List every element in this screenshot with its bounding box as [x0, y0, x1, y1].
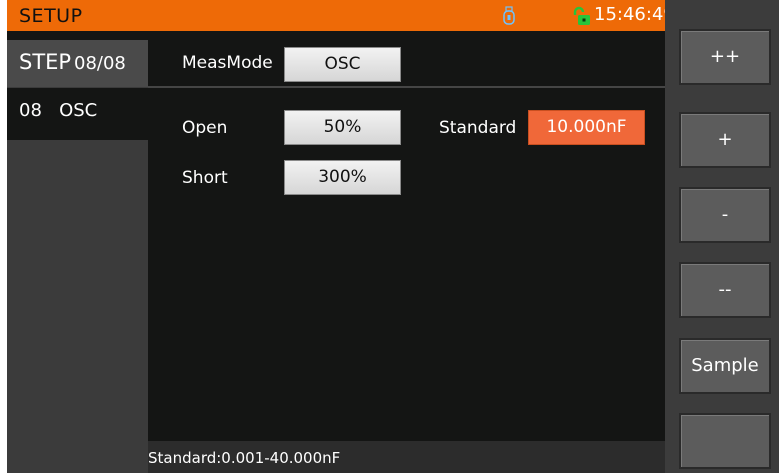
step-count: 08/08: [74, 53, 126, 74]
softkey-panel: ++ + - -- Sample: [665, 0, 779, 473]
step-sidebar: STEP 08/08 08 OSC: [7, 40, 148, 473]
increment-fast-button[interactable]: ++: [679, 29, 771, 85]
increment-button[interactable]: +: [679, 112, 771, 168]
instrument-screen: SETUP 15:46:49 STEP 08/08 08 OSC MeasMod…: [7, 0, 779, 473]
blank-softkey[interactable]: [679, 413, 771, 469]
page-title: SETUP: [19, 5, 83, 27]
range-hint: Standard:0.001-40.000nF: [148, 449, 341, 467]
step-header: STEP 08/08: [7, 40, 148, 87]
meas-mode-label: MeasMode: [182, 53, 273, 73]
step-list-item[interactable]: 08 OSC: [7, 88, 148, 140]
setup-panel: MeasMode OSC Open 50% Standard 10.000nF …: [148, 40, 665, 473]
divider: [148, 86, 665, 88]
top-bar: SETUP 15:46:49: [7, 0, 675, 40]
hint-bar: Standard:0.001-40.000nF: [148, 441, 665, 473]
short-button[interactable]: 300%: [284, 160, 401, 195]
clock: 15:46:49: [594, 4, 675, 25]
short-label: Short: [182, 168, 228, 188]
step-item-label: 08 OSC: [19, 100, 98, 121]
sample-button[interactable]: Sample: [679, 338, 771, 394]
unlock-icon: [573, 6, 590, 25]
open-button[interactable]: 50%: [284, 110, 401, 145]
standard-button[interactable]: 10.000nF: [528, 110, 645, 145]
meas-mode-button[interactable]: OSC: [284, 47, 401, 82]
title-strip: SETUP 15:46:49: [7, 0, 675, 31]
usb-icon: [503, 6, 515, 25]
decrement-button[interactable]: -: [679, 187, 771, 243]
standard-label: Standard: [439, 118, 517, 138]
step-label: STEP: [19, 50, 72, 74]
open-label: Open: [182, 118, 228, 138]
decrement-fast-button[interactable]: --: [679, 262, 771, 318]
